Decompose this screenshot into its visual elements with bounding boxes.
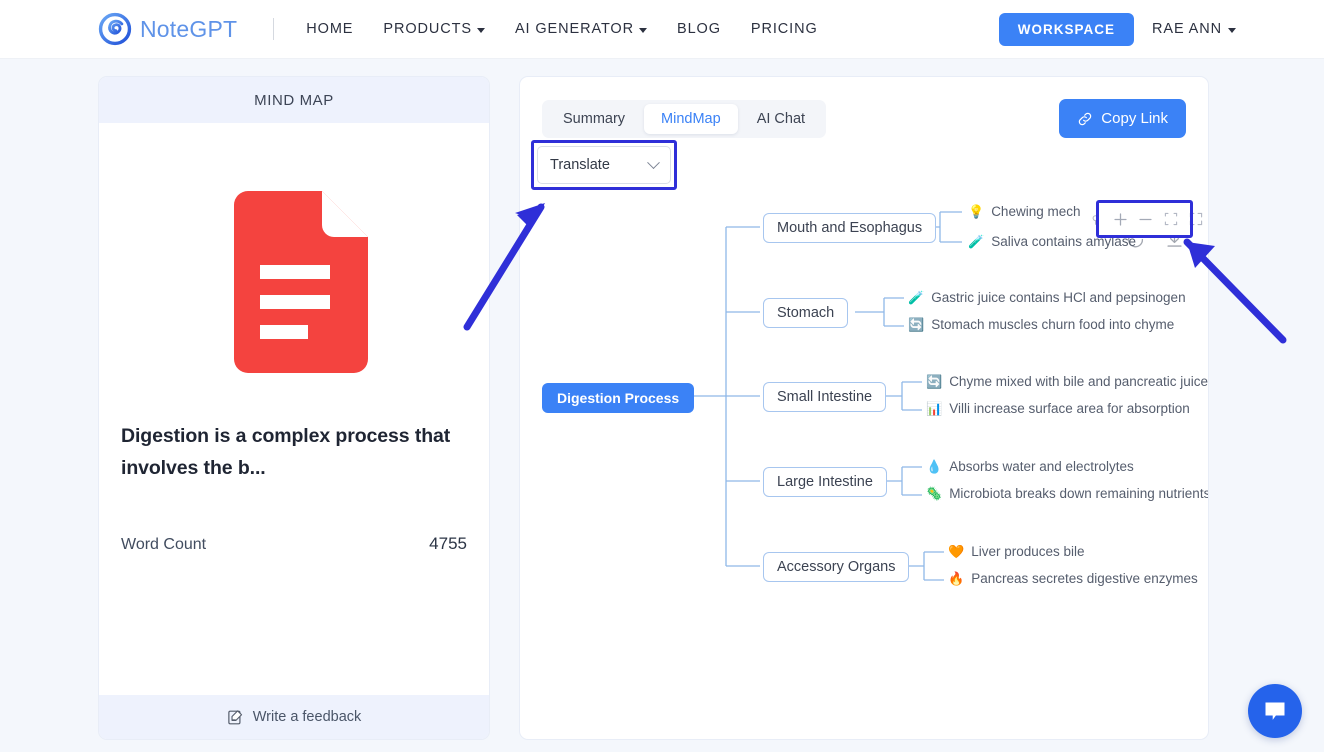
word-count-value: 4755 [429, 534, 467, 554]
mindmap-leaf[interactable]: 🔥 Pancreas secretes digestive enzymes [948, 571, 1198, 586]
mindmap-leaf-label: Pancreas secretes digestive enzymes [971, 571, 1198, 586]
mindmap-leaf-label: Villi increase surface area for absorpti… [949, 401, 1190, 416]
mindmap-leaf[interactable]: 💧 Absorbs water and electrolytes [926, 459, 1134, 474]
mindmap-leaf-label: Liver produces bile [971, 544, 1084, 559]
header-divider [273, 18, 274, 40]
nav-label: BLOG [677, 21, 721, 37]
left-panel-title: MIND MAP [99, 77, 489, 123]
mindmap-branch-large-intestine[interactable]: Large Intestine [763, 467, 887, 497]
water-drop-icon: 💧 [926, 460, 942, 473]
chevron-down-icon [477, 28, 485, 33]
mindmap-leaf-label: Gastric juice contains HCl and pepsinoge… [931, 290, 1185, 305]
left-panel-body: Digestion is a complex process that invo… [99, 123, 489, 695]
mindmap-leaf-label: Stomach muscles churn food into chyme [931, 317, 1174, 332]
word-count-label: Word Count [121, 536, 206, 554]
user-name-label: RAE ANN [1152, 21, 1222, 37]
document-thumbnail [121, 187, 467, 377]
cycle-icon: 🔄 [926, 375, 942, 388]
write-feedback-button[interactable]: Write a feedback [99, 695, 489, 739]
workspace-button[interactable]: WORKSPACE [999, 13, 1134, 46]
nav-label: PRODUCTS [383, 21, 472, 37]
test-tube-icon: 🧪 [968, 235, 984, 248]
mindmap-leaf-label: Chyme mixed with bile and pancreatic jui… [949, 374, 1208, 389]
flame-icon: 🔥 [948, 572, 964, 585]
mindmap-leaf[interactable]: 🧡 Liver produces bile [948, 544, 1085, 559]
word-count-row: Word Count 4755 [121, 534, 467, 554]
chevron-down-icon [639, 28, 647, 33]
user-menu[interactable]: RAE ANN [1152, 21, 1236, 37]
mindmap-leaf[interactable]: 🧪 Gastric juice contains HCl and pepsino… [908, 290, 1186, 305]
header-right-group: WORKSPACE RAE ANN [999, 13, 1236, 46]
mindmap-leaf-label: Absorbs water and electrolytes [949, 459, 1134, 474]
nav-item-blog[interactable]: BLOG [677, 21, 721, 37]
chat-support-button[interactable] [1248, 684, 1302, 738]
mindmap-leaf-label: Microbiota breaks down remaining nutrien… [949, 486, 1209, 501]
nav-label: AI GENERATOR [515, 21, 634, 37]
chevron-down-icon [647, 156, 660, 169]
bar-chart-icon: 📊 [926, 402, 942, 415]
test-tube-icon: 🧪 [908, 291, 924, 304]
nav-item-home[interactable]: HOME [306, 21, 353, 37]
nav-label: PRICING [751, 21, 818, 37]
nav-item-ai-generator[interactable]: AI GENERATOR [515, 21, 647, 37]
main-nav: HOME PRODUCTS AI GENERATOR BLOG PRICING [306, 21, 817, 37]
mindmap-root-node[interactable]: Digestion Process [542, 383, 694, 413]
microbe-icon: 🦠 [926, 487, 942, 500]
mindmap-branch-mouth-and-esophagus[interactable]: Mouth and Esophagus [763, 213, 936, 243]
write-feedback-label: Write a feedback [253, 709, 362, 725]
edit-note-icon [227, 709, 244, 726]
mindmap-branch-stomach[interactable]: Stomach [763, 298, 848, 328]
mindmap-leaf[interactable]: 🔄 Stomach muscles churn food into chyme [908, 317, 1174, 332]
cycle-icon: 🔄 [908, 318, 924, 331]
brand-name: NoteGPT [140, 16, 237, 43]
mindmap-source-panel: MIND MAP Digestion is a complex process … [98, 76, 490, 740]
nav-item-pricing[interactable]: PRICING [751, 21, 818, 37]
mindmap-leaf[interactable]: 🦠 Microbiota breaks down remaining nutri… [926, 486, 1209, 501]
lightbulb-icon: 💡 [968, 205, 984, 218]
app-root: NoteGPT HOME PRODUCTS AI GENERATOR BLOG … [0, 0, 1324, 752]
mindmap-branch-small-intestine[interactable]: Small Intestine [763, 382, 886, 412]
translate-dropdown[interactable]: Translate [537, 146, 671, 184]
translate-label: Translate [550, 157, 610, 173]
zoom-controls-highlight-box [1096, 200, 1193, 238]
top-navbar: NoteGPT HOME PRODUCTS AI GENERATOR BLOG … [0, 0, 1324, 59]
mindmap-leaf[interactable]: 📊 Villi increase surface area for absorp… [926, 401, 1190, 416]
document-title: Digestion is a complex process that invo… [121, 421, 467, 484]
mindmap-branch-accessory-organs[interactable]: Accessory Organs [763, 552, 909, 582]
brand-logo-group[interactable]: NoteGPT [98, 12, 237, 46]
mindmap-leaf[interactable]: 🔄 Chyme mixed with bile and pancreatic j… [926, 374, 1208, 389]
orange-heart-icon: 🧡 [948, 545, 964, 558]
chat-bubble-icon [1262, 698, 1288, 724]
document-icon [220, 187, 368, 377]
nav-item-products[interactable]: PRODUCTS [383, 21, 485, 37]
chevron-down-icon [1228, 28, 1236, 33]
nav-label: HOME [306, 21, 353, 37]
notegpt-spiral-logo-icon [98, 12, 132, 46]
